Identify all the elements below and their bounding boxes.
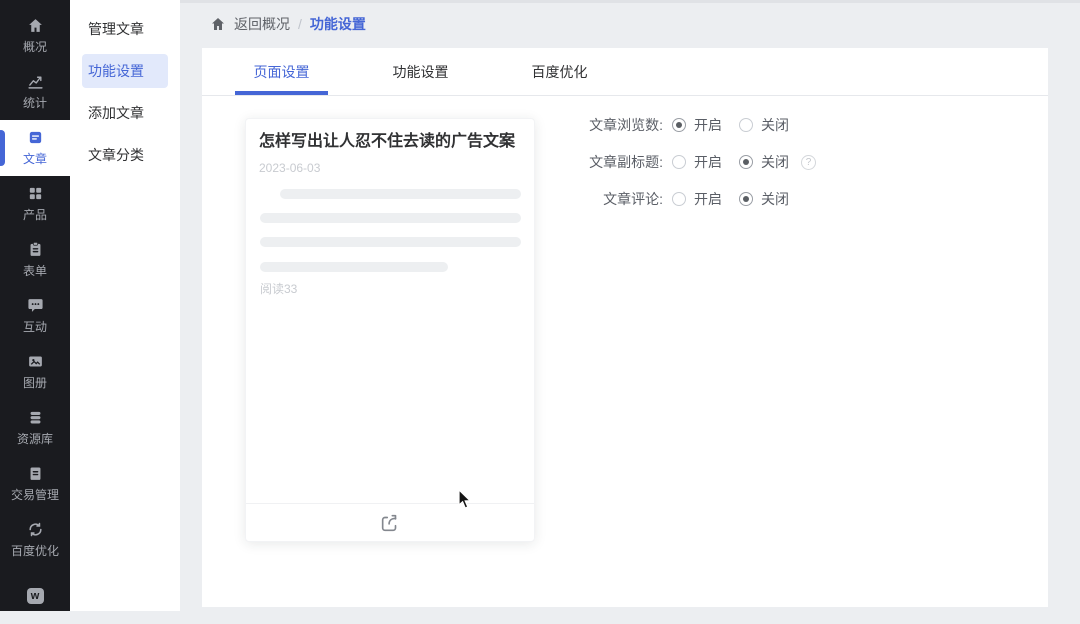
radio-button[interactable] (672, 155, 686, 169)
sidebar-item-label: 概况 (22, 40, 47, 54)
card-footer (246, 503, 534, 541)
setting-label: 文章评论: (603, 191, 663, 207)
placeholder-bar (260, 213, 521, 223)
breadcrumb-separator: / (298, 16, 302, 32)
setting-row-article-subtitle: 文章副标题: 开启 关闭 ? (543, 152, 816, 172)
share-icon[interactable] (379, 512, 401, 534)
w-badge-icon: w (26, 588, 44, 604)
sidebar-item-label: 互动 (22, 320, 47, 334)
database-icon (27, 409, 44, 426)
radio-option-off[interactable]: 关闭 (739, 152, 789, 172)
sidebar-item-label: 文章 (22, 152, 47, 166)
submenu-item-manage-articles[interactable]: 管理文章 (82, 12, 168, 46)
sidebar-item-baidu-seo[interactable]: 百度优化 (0, 512, 70, 568)
sidebar-item-overview[interactable]: 概况 (0, 8, 70, 64)
form-icon (27, 241, 44, 258)
sidebar-item-label: 统计 (22, 96, 47, 110)
sidebar-item-label: 百度优化 (10, 544, 59, 558)
placeholder-bar (260, 262, 448, 272)
setting-label: 文章副标题: (589, 154, 663, 170)
article-read-count: 阅读33 (260, 282, 298, 296)
placeholder-bar (260, 237, 521, 247)
primary-sidebar: 概况 统计 文章 产品 表单 互动 图册 资源库 交易管理 百度优化 w (0, 0, 70, 611)
article-icon (27, 129, 44, 146)
gallery-icon (27, 353, 44, 370)
radio-button[interactable] (739, 192, 753, 206)
sidebar-item-products[interactable]: 产品 (0, 176, 70, 232)
radio-option-on[interactable]: 开启 (672, 115, 722, 135)
radio-button[interactable] (672, 118, 686, 132)
radio-button[interactable] (739, 118, 753, 132)
secondary-sidebar: 管理文章 功能设置 添加文章 文章分类 (70, 0, 180, 611)
article-title: 怎样写出让人忍不住去读的广告文案 (259, 133, 516, 150)
clipboard-icon (27, 465, 44, 482)
stats-icon (27, 73, 44, 90)
sidebar-item-trade[interactable]: 交易管理 (0, 456, 70, 512)
sidebar-item-label: 图册 (22, 376, 47, 390)
radio-option-on[interactable]: 开启 (672, 189, 722, 209)
breadcrumb: 返回概况 / 功能设置 (210, 0, 366, 48)
article-date: 2023-06-03 (259, 161, 321, 175)
radio-option-on[interactable]: 开启 (672, 152, 722, 172)
sidebar-item-label: 交易管理 (10, 488, 59, 502)
sidebar-item-w[interactable]: w (0, 568, 70, 624)
sidebar-item-label: 资源库 (16, 432, 53, 446)
tab-function-settings[interactable]: 功能设置 (351, 48, 490, 95)
sync-icon (27, 521, 44, 538)
breadcrumb-back-link[interactable]: 返回概况 (234, 14, 290, 34)
tab-bar: 页面设置 功能设置 百度优化 (202, 48, 1048, 96)
breadcrumb-current: 功能设置 (309, 16, 366, 32)
sidebar-item-interaction[interactable]: 互动 (0, 288, 70, 344)
article-preview-card: 怎样写出让人忍不住去读的广告文案 2023-06-03 阅读33 (245, 118, 535, 542)
radio-button[interactable] (672, 192, 686, 206)
placeholder-bar (280, 189, 521, 199)
tab-baidu-optimization[interactable]: 百度优化 (490, 48, 629, 95)
setting-row-article-comments: 文章评论: 开启 关闭 (543, 189, 816, 209)
submenu-item-article-categories[interactable]: 文章分类 (82, 138, 168, 172)
submenu-item-add-article[interactable]: 添加文章 (82, 96, 168, 130)
sidebar-item-label: 表单 (22, 264, 47, 278)
sidebar-item-forms[interactable]: 表单 (0, 232, 70, 288)
help-icon[interactable]: ? (801, 154, 816, 170)
sidebar-item-label: 产品 (22, 208, 47, 222)
chat-icon (27, 297, 44, 314)
sidebar-item-articles[interactable]: 文章 (0, 120, 70, 176)
setting-label: 文章浏览数: (589, 117, 663, 133)
radio-option-off[interactable]: 关闭 (739, 115, 789, 135)
submenu-item-function-settings[interactable]: 功能设置 (82, 54, 168, 88)
products-grid-icon (27, 185, 44, 202)
sidebar-item-gallery[interactable]: 图册 (0, 344, 70, 400)
home-icon[interactable] (210, 16, 226, 32)
radio-button[interactable] (739, 155, 753, 169)
tab-content: 怎样写出让人忍不住去读的广告文案 2023-06-03 阅读33 文章浏览数: … (202, 97, 1048, 607)
radio-option-off[interactable]: 关闭 (739, 189, 789, 209)
home-icon (27, 17, 44, 34)
setting-row-article-views: 文章浏览数: 开启 关闭 (543, 115, 816, 135)
tab-page-settings[interactable]: 页面设置 (212, 48, 351, 95)
main-panel: 页面设置 功能设置 百度优化 怎样写出让人忍不住去读的广告文案 2023-06-… (202, 48, 1048, 607)
settings-form: 文章浏览数: 开启 关闭 文章副标题: 开启 关闭 ? 文章评论: 开启 关闭 (543, 115, 816, 226)
sidebar-item-stats[interactable]: 统计 (0, 64, 70, 120)
sidebar-item-library[interactable]: 资源库 (0, 400, 70, 456)
